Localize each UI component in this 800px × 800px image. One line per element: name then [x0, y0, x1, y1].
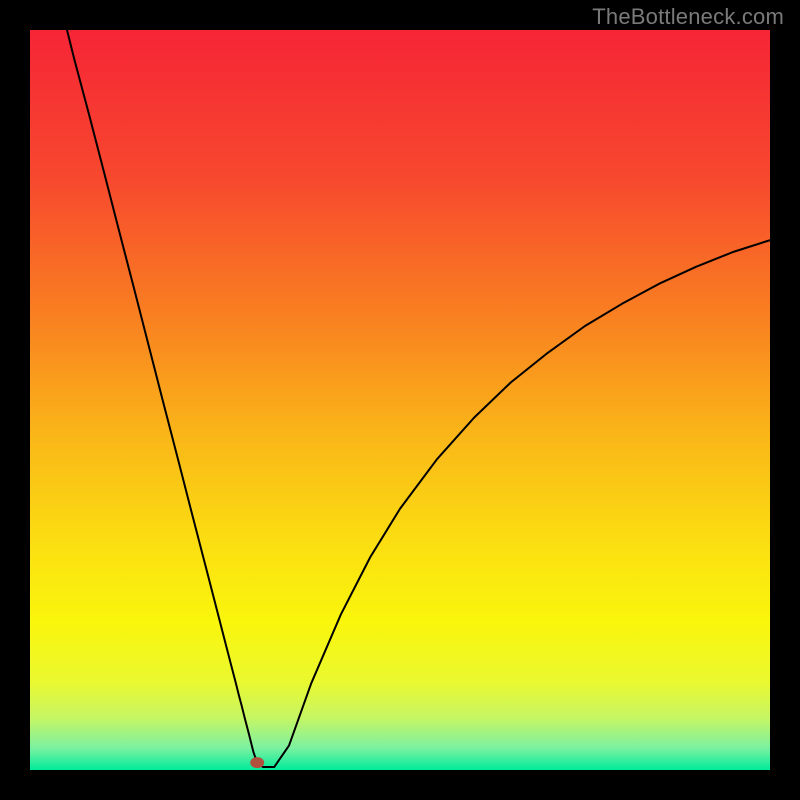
chart-svg: [30, 30, 770, 770]
watermark-text: TheBottleneck.com: [592, 4, 784, 30]
chart-container: TheBottleneck.com: [0, 0, 800, 800]
background-gradient: [30, 30, 770, 770]
marker-dot: [250, 757, 264, 768]
plot-area: [30, 30, 770, 770]
